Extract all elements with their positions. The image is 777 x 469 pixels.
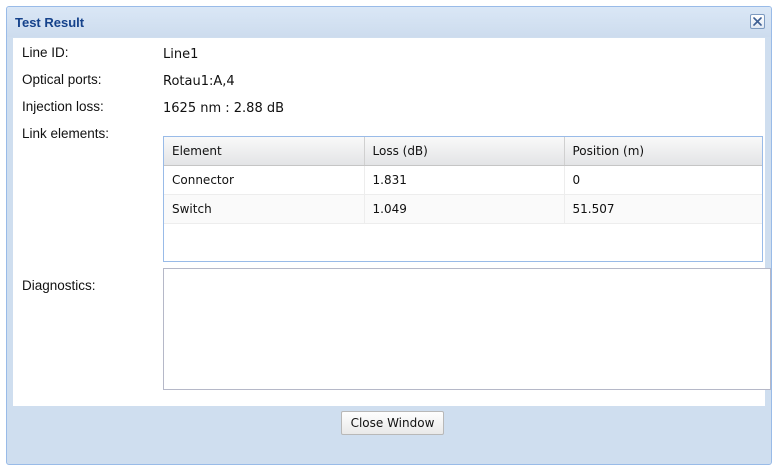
optical-ports-label: Optical ports: xyxy=(22,72,102,87)
line-id-value: Line1 xyxy=(163,47,199,62)
cell-element: Connector xyxy=(164,165,365,195)
column-header-position[interactable]: Position (m) xyxy=(564,137,762,166)
test-result-window: Test Result Line ID: Line1 Optical ports… xyxy=(6,6,772,465)
window-title: Test Result xyxy=(15,15,85,30)
close-x-glyph xyxy=(753,17,762,26)
injection-loss-value: 1625 nm : 2.88 dB xyxy=(163,101,285,116)
link-elements-grid[interactable]: Element Loss (dB) Position (m) Connector… xyxy=(163,136,763,262)
injection-loss-label: Injection loss: xyxy=(22,99,104,114)
cell-position: 0 xyxy=(564,165,762,195)
result-panel: Line ID: Line1 Optical ports: Rotau1:A,4… xyxy=(13,38,771,406)
cell-loss: 1.049 xyxy=(364,194,565,224)
cell-position: 51.507 xyxy=(564,194,762,224)
table-row[interactable]: Connector 1.831 0 xyxy=(164,165,762,195)
close-icon[interactable] xyxy=(750,14,765,29)
optical-ports-value: Rotau1:A,4 xyxy=(163,74,235,89)
table-row[interactable]: Switch 1.049 51.507 xyxy=(164,194,762,224)
link-elements-table: Element Loss (dB) Position (m) Connector… xyxy=(164,137,762,224)
diagnostics-label: Diagnostics: xyxy=(22,278,96,293)
close-window-button[interactable]: Close Window xyxy=(341,411,444,435)
column-header-element[interactable]: Element xyxy=(164,137,365,166)
cell-element: Switch xyxy=(164,194,365,224)
line-id-label: Line ID: xyxy=(22,45,69,60)
column-header-loss[interactable]: Loss (dB) xyxy=(364,137,565,166)
cell-loss: 1.831 xyxy=(364,165,565,195)
title-bar[interactable]: Test Result xyxy=(7,7,771,37)
table-header-row: Element Loss (dB) Position (m) xyxy=(164,137,762,166)
diagnostics-field[interactable] xyxy=(163,268,771,390)
link-elements-label: Link elements: xyxy=(22,126,110,141)
